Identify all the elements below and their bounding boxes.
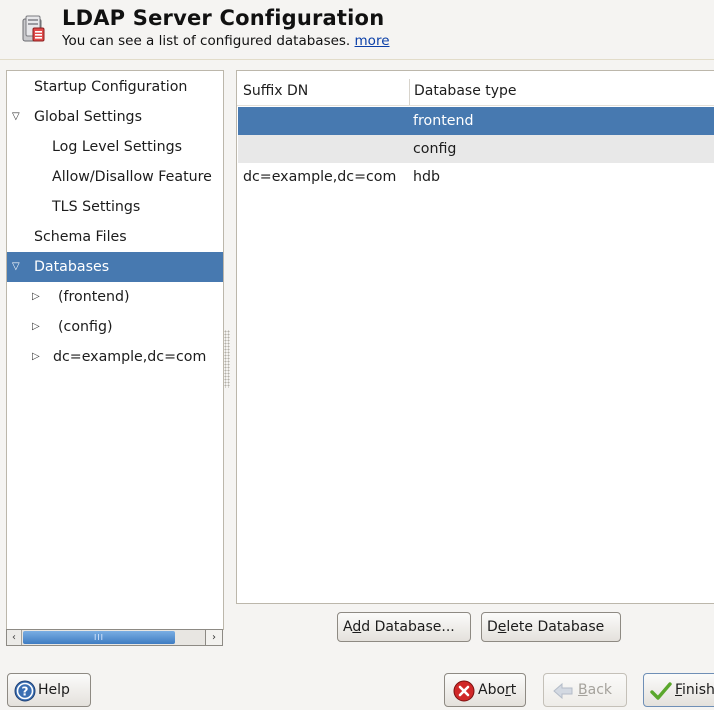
- column-header-database-type[interactable]: Database type: [414, 71, 517, 105]
- abort-button[interactable]: Abort: [444, 673, 526, 707]
- tree-item-frontend[interactable]: ▷ (frontend): [7, 282, 223, 312]
- tree-horizontal-scrollbar[interactable]: ‹ III ›: [6, 629, 223, 646]
- delete-database-label: Delete Database: [487, 619, 605, 635]
- tree-item-label: Schema Files: [34, 229, 127, 245]
- expanded-arrow-icon[interactable]: ▽: [12, 252, 20, 282]
- tree-item-label: Databases: [34, 259, 110, 275]
- tree-item-global-settings[interactable]: ▽ Global Settings: [7, 102, 223, 132]
- tree-item-dc-example[interactable]: ▷ dc=example,dc=com: [7, 342, 223, 372]
- check-icon: [650, 682, 672, 700]
- collapsed-arrow-icon[interactable]: ▷: [32, 312, 40, 342]
- tree-item-label: dc=example,dc=com: [53, 349, 207, 365]
- table-row[interactable]: dc=example,dc=com hdb: [238, 163, 714, 191]
- tree-item-label: Allow/Disallow Feature: [52, 169, 212, 185]
- column-header-suffix-dn[interactable]: Suffix DN: [243, 71, 308, 105]
- tree-item-tls-settings[interactable]: TLS Settings: [7, 192, 223, 222]
- database-type-cell: frontend: [413, 113, 474, 129]
- scroll-right-icon[interactable]: ›: [205, 629, 223, 646]
- tree-item-startup-configuration[interactable]: Startup Configuration: [7, 72, 223, 102]
- database-type-cell: config: [413, 141, 457, 157]
- pane-splitter-handle[interactable]: [224, 330, 230, 388]
- finish-label: Finish: [675, 682, 714, 698]
- header-divider: [237, 105, 714, 106]
- more-link[interactable]: more: [355, 33, 390, 49]
- collapsed-arrow-icon[interactable]: ▷: [32, 282, 40, 312]
- tree-item-label: (frontend): [58, 289, 130, 305]
- table-row[interactable]: frontend: [238, 107, 714, 135]
- navigation-tree[interactable]: Startup Configuration ▽ Global Settings …: [6, 70, 224, 630]
- ldap-server-icon: [20, 14, 46, 44]
- back-button[interactable]: Back: [543, 673, 627, 707]
- header-divider: [0, 59, 714, 60]
- tree-item-label: TLS Settings: [52, 199, 141, 215]
- tree-item-label: (config): [58, 319, 113, 335]
- back-label: Back: [578, 682, 612, 698]
- scroll-left-icon[interactable]: ‹: [7, 630, 22, 645]
- abort-label: Abort: [478, 682, 517, 698]
- column-divider: [409, 79, 410, 105]
- collapsed-arrow-icon[interactable]: ▷: [32, 342, 40, 372]
- back-arrow-icon: [553, 682, 573, 700]
- database-table[interactable]: Suffix DN Database type frontend config …: [236, 70, 714, 604]
- add-database-label: Add Database...: [343, 619, 455, 635]
- svg-text:?: ?: [22, 685, 29, 699]
- tree-item-label: Global Settings: [34, 109, 142, 125]
- page-title: LDAP Server Configuration: [62, 6, 385, 30]
- suffix-dn-cell: dc=example,dc=com: [243, 169, 397, 185]
- scrollbar-thumb[interactable]: III: [23, 631, 175, 644]
- database-type-cell: hdb: [413, 169, 441, 185]
- subtitle-text: You can see a list of configured databas…: [62, 33, 351, 49]
- expanded-arrow-icon[interactable]: ▽: [12, 102, 20, 132]
- abort-icon: [453, 680, 475, 702]
- tree-item-allow-disallow-feature[interactable]: Allow/Disallow Feature: [7, 162, 223, 192]
- add-database-button[interactable]: Add Database...: [337, 612, 471, 642]
- tree-item-log-level-settings[interactable]: Log Level Settings: [7, 132, 223, 162]
- table-row[interactable]: config: [238, 135, 714, 163]
- help-button[interactable]: ? Help: [7, 673, 91, 707]
- help-label: Help: [38, 682, 70, 698]
- tree-item-label: Log Level Settings: [52, 139, 183, 155]
- tree-item-schema-files[interactable]: Schema Files: [7, 222, 223, 252]
- finish-button[interactable]: Finish: [643, 673, 714, 707]
- help-icon: ?: [14, 680, 36, 702]
- tree-item-label: Startup Configuration: [34, 79, 188, 95]
- tree-item-databases[interactable]: ▽ Databases: [7, 252, 223, 282]
- delete-database-button[interactable]: Delete Database: [481, 612, 621, 642]
- tree-item-config[interactable]: ▷ (config): [7, 312, 223, 342]
- page-subtitle: You can see a list of configured databas…: [62, 33, 390, 49]
